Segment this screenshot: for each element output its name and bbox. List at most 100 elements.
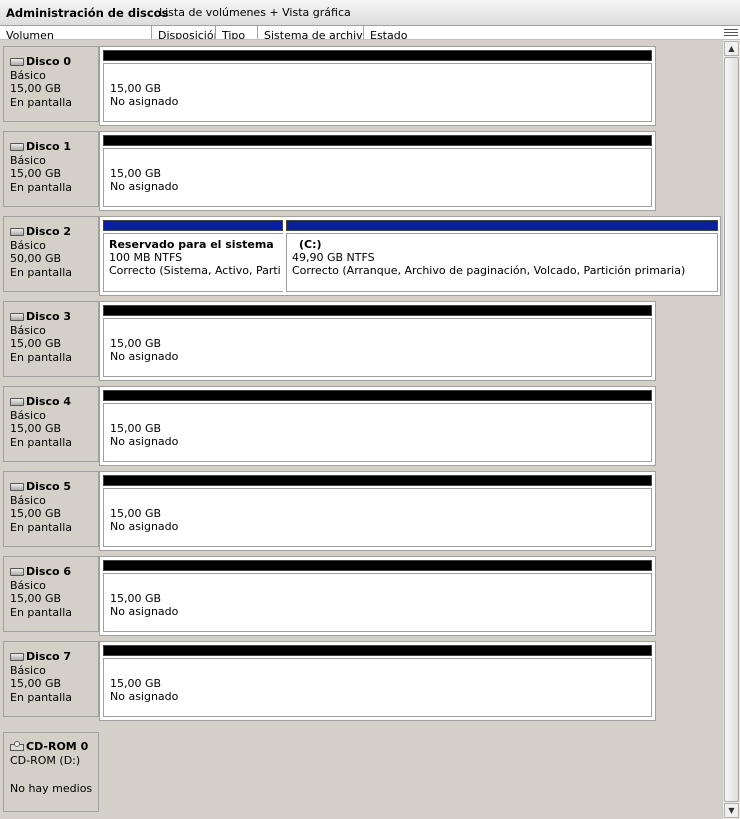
disk-status: En pantalla bbox=[10, 691, 73, 704]
column-header-filesystem[interactable]: Sistema de archivos bbox=[258, 26, 364, 39]
scroll-up-arrow-icon[interactable]: ▲ bbox=[724, 41, 739, 56]
disk-status: En pantalla bbox=[10, 436, 73, 449]
disk-row: Disco 5 Básico 15,00 GB En pantalla 15,0… bbox=[0, 465, 722, 551]
partition-filesystem: 100 MB NTFS bbox=[109, 251, 183, 264]
disk-status: En pantalla bbox=[10, 266, 73, 279]
region-bar bbox=[103, 50, 652, 61]
partition-name: Reservado para el sistema bbox=[109, 238, 274, 251]
disk-name: Disco 7 bbox=[26, 650, 72, 663]
column-header-status[interactable]: Estado bbox=[364, 26, 714, 39]
disk-name: Disco 5 bbox=[26, 480, 72, 493]
disk-drive-icon bbox=[10, 143, 24, 151]
region-size: 15,00 GB bbox=[110, 82, 162, 95]
region-bar bbox=[103, 645, 652, 656]
cdrom-drive: CD-ROM (D:) bbox=[10, 754, 81, 767]
disk-label[interactable]: Disco 1 Básico 15,00 GB En pantalla bbox=[3, 131, 99, 207]
disk-status: En pantalla bbox=[10, 96, 73, 109]
disk-volumes: 15,00 GB No asignado bbox=[99, 471, 656, 551]
disk-volumes: 15,00 GB No asignado bbox=[99, 131, 656, 211]
disk-drive-icon bbox=[10, 228, 24, 236]
column-header-volume[interactable]: Volumen bbox=[0, 26, 152, 39]
vertical-scrollbar[interactable]: ▲ ▼ bbox=[722, 40, 740, 819]
unallocated-region[interactable]: 15,00 GB No asignado bbox=[103, 560, 652, 632]
disk-row: Disco 0 Básico 15,00 GB En pantalla 15,0… bbox=[0, 40, 722, 126]
disk-label[interactable]: Disco 4 Básico 15,00 GB En pantalla bbox=[3, 386, 99, 462]
disk-size: 15,00 GB bbox=[10, 82, 62, 95]
region-size: 15,00 GB bbox=[110, 677, 162, 690]
scroll-thumb[interactable] bbox=[724, 57, 739, 802]
disk-row: Disco 1 Básico 15,00 GB En pantalla 15,0… bbox=[0, 125, 722, 211]
cdrom-name: CD-ROM 0 bbox=[26, 740, 89, 753]
partition-c-drive[interactable]: (C:) 49,90 GB NTFS Correcto (Arranque, A… bbox=[286, 220, 718, 292]
partition-system-reserved[interactable]: Reservado para el sistema 100 MB NTFS Co… bbox=[103, 220, 283, 292]
column-menu-icon[interactable] bbox=[724, 27, 738, 37]
disk-drive-icon bbox=[10, 568, 24, 576]
disk-size: 15,00 GB bbox=[10, 167, 62, 180]
region-size: 15,00 GB bbox=[110, 422, 162, 435]
unallocated-region[interactable]: 15,00 GB No asignado bbox=[103, 475, 652, 547]
disk-volumes: 15,00 GB No asignado bbox=[99, 46, 656, 126]
unallocated-region[interactable]: 15,00 GB No asignado bbox=[103, 645, 652, 717]
disk-size: 15,00 GB bbox=[10, 507, 62, 520]
disk-size: 15,00 GB bbox=[10, 422, 62, 435]
volume-list-header: Volumen Disposición Tipo Sistema de arch… bbox=[0, 26, 740, 40]
unallocated-region[interactable]: 15,00 GB No asignado bbox=[103, 305, 652, 377]
disk-type: Básico bbox=[10, 579, 46, 592]
disk-volumes: 15,00 GB No asignado bbox=[99, 301, 656, 381]
disk-volumes: 15,00 GB No asignado bbox=[99, 386, 656, 466]
disk-label[interactable]: Disco 3 Básico 15,00 GB En pantalla bbox=[3, 301, 99, 377]
disk-drive-icon bbox=[10, 58, 24, 66]
disk-type: Básico bbox=[10, 154, 46, 167]
region-state: No asignado bbox=[110, 690, 179, 703]
scroll-down-arrow-icon[interactable]: ▼ bbox=[724, 803, 739, 818]
disk-label[interactable]: Disco 0 Básico 15,00 GB En pantalla bbox=[3, 46, 99, 122]
disk-label[interactable]: Disco 7 Básico 15,00 GB En pantalla bbox=[3, 641, 99, 717]
region-bar bbox=[103, 560, 652, 571]
disk-size: 50,00 GB bbox=[10, 252, 62, 265]
unallocated-region[interactable]: 15,00 GB No asignado bbox=[103, 135, 652, 207]
disk-drive-icon bbox=[10, 313, 24, 321]
disk-row: Disco 7 Básico 15,00 GB En pantalla 15,0… bbox=[0, 635, 722, 721]
partition-health: Correcto (Arranque, Archivo de paginació… bbox=[292, 264, 686, 277]
unallocated-region[interactable]: 15,00 GB No asignado bbox=[103, 50, 652, 122]
region-state: No asignado bbox=[110, 350, 179, 363]
disk-type: Básico bbox=[10, 239, 46, 252]
disk-status: En pantalla bbox=[10, 351, 73, 364]
disk-label[interactable]: Disco 2 Básico 50,00 GB En pantalla bbox=[3, 216, 99, 292]
region-size: 15,00 GB bbox=[110, 507, 162, 520]
console-title: Administración de discos bbox=[6, 6, 169, 20]
region-size: 15,00 GB bbox=[110, 167, 162, 180]
region-state: No asignado bbox=[110, 520, 179, 533]
disk-label[interactable]: Disco 5 Básico 15,00 GB En pantalla bbox=[3, 471, 99, 547]
region-bar bbox=[103, 475, 652, 486]
disk-name: Disco 2 bbox=[26, 225, 72, 238]
disk-drive-icon bbox=[10, 398, 24, 406]
disk-status: En pantalla bbox=[10, 606, 73, 619]
disk-type: Básico bbox=[10, 494, 46, 507]
cdrom-empty-area[interactable] bbox=[99, 732, 719, 812]
disk-size: 15,00 GB bbox=[10, 337, 62, 350]
region-state: No asignado bbox=[110, 180, 179, 193]
column-header-type[interactable]: Tipo bbox=[216, 26, 258, 39]
disk-name: Disco 1 bbox=[26, 140, 72, 153]
region-bar bbox=[103, 220, 283, 231]
disk-label[interactable]: Disco 6 Básico 15,00 GB En pantalla bbox=[3, 556, 99, 632]
region-size: 15,00 GB bbox=[110, 337, 162, 350]
view-mode-label[interactable]: Lista de volúmenes + Vista gráfica bbox=[159, 6, 351, 19]
cdrom-label[interactable]: CD-ROM 0 CD-ROM (D:) No hay medios bbox=[3, 732, 99, 812]
disk-type: Básico bbox=[10, 409, 46, 422]
disk-type: Básico bbox=[10, 324, 46, 337]
partition-health: Correcto (Sistema, Activo, Partición pri… bbox=[109, 264, 281, 277]
region-state: No asignado bbox=[110, 605, 179, 618]
unallocated-region[interactable]: 15,00 GB No asignado bbox=[103, 390, 652, 462]
graphical-view: Disco 0 Básico 15,00 GB En pantalla 15,0… bbox=[0, 40, 722, 819]
cd-drive-icon bbox=[10, 741, 24, 751]
title-bar: Administración de discos Lista de volúme… bbox=[0, 0, 740, 26]
disk-status: En pantalla bbox=[10, 521, 73, 534]
region-bar bbox=[286, 220, 718, 231]
disk-type: Básico bbox=[10, 69, 46, 82]
disk-drive-icon bbox=[10, 483, 24, 491]
column-header-layout[interactable]: Disposición bbox=[152, 26, 216, 39]
disk-row: Disco 3 Básico 15,00 GB En pantalla 15,0… bbox=[0, 295, 722, 381]
disk-type: Básico bbox=[10, 664, 46, 677]
